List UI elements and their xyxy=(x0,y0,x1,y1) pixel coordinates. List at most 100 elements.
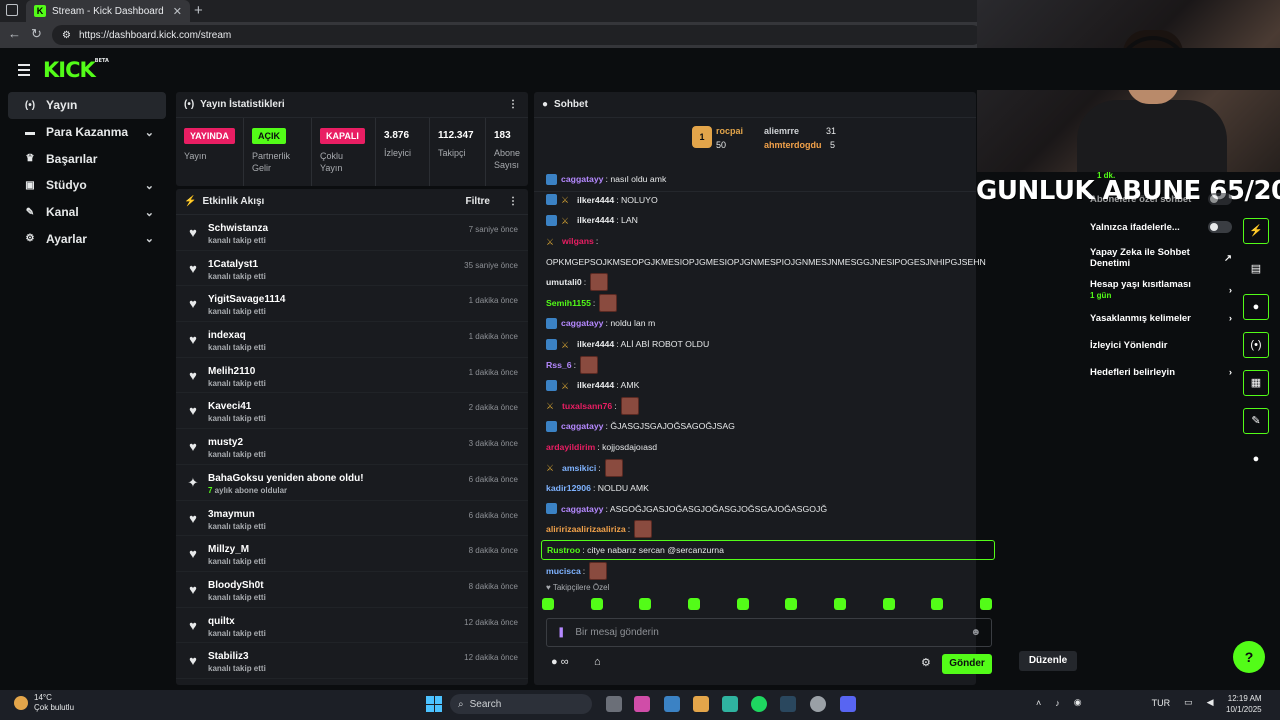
chat-username[interactable]: aliririzaalirizaaliriza xyxy=(546,524,626,534)
discord-icon[interactable] xyxy=(840,696,856,712)
send-button[interactable]: Gönder xyxy=(942,654,992,674)
chat-message[interactable]: aliririzaalirizaaliriza: xyxy=(546,519,1002,540)
sub-only-chat-row[interactable]: Abonelere özel sohbet xyxy=(1090,193,1232,205)
emote-icon[interactable] xyxy=(687,598,700,610)
reload-icon[interactable]: ↻ xyxy=(31,26,42,42)
more-options-icon[interactable]: ⋮ xyxy=(508,99,518,110)
activity-item[interactable]: ✦ BahaGoksu yeniden abone oldu! 7 aylık ab… xyxy=(176,465,528,501)
store-icon[interactable]: ⌂ xyxy=(594,656,601,668)
chat-username[interactable]: caggatayy xyxy=(561,318,604,328)
clock[interactable]: 12:19 AM 10/1/2025 xyxy=(1226,693,1262,715)
chat-message[interactable]: mucisca: xyxy=(546,560,1002,581)
browser-tab[interactable]: K Stream - Kick Dashboard ✕ xyxy=(26,0,190,22)
steam-icon[interactable] xyxy=(780,696,796,712)
chat-settings-icon[interactable]: ⚙ xyxy=(921,656,931,669)
emote-icon[interactable] xyxy=(833,598,846,610)
emote-icon[interactable] xyxy=(639,598,652,610)
activity-item[interactable]: ♥ 3maymun kanalı takip etti 6 dakika önce xyxy=(176,501,528,537)
leader-name[interactable]: ahmterdogdu xyxy=(764,140,822,150)
store-app-icon[interactable] xyxy=(664,696,680,712)
chat-username[interactable]: ilker4444 xyxy=(577,339,614,349)
speaker-icon[interactable]: ◀ xyxy=(1207,697,1214,708)
chat-message[interactable]: ⚔ ilker4444: AMK xyxy=(546,375,1002,396)
stat-live[interactable]: YAYINDA Yayın xyxy=(176,118,244,186)
points-icon[interactable]: ● xyxy=(1243,446,1269,472)
new-tab-icon[interactable]: + xyxy=(194,2,203,19)
chat-message[interactable]: OPKMGEPSOJKMSEOPGJKMESIOPJGMESIOPJGNMESP… xyxy=(546,251,1002,272)
activity-item[interactable]: ♥ YigitSavage1114 kanalı takip etti 1 dakik… xyxy=(176,286,528,323)
sidebar-item-ayarlar[interactable]: ⚙ Ayarlar ⌄ xyxy=(8,225,166,252)
close-tab-icon[interactable]: ✕ xyxy=(173,5,182,18)
emote-icon[interactable] xyxy=(785,598,798,610)
weather-widget[interactable]: 14°C Çok bulutlu xyxy=(14,693,74,713)
edge-icon[interactable] xyxy=(722,696,738,712)
help-icon[interactable]: ? xyxy=(1233,641,1265,673)
activity-item[interactable]: ♥ Schwistanza kanalı takip etti 7 saniye ön… xyxy=(176,215,528,251)
lightning-icon[interactable]: ⚡ xyxy=(1243,218,1269,244)
volume-icon[interactable]: ♪ xyxy=(1055,698,1060,708)
chat-message[interactable]: ⚔ amsikici: xyxy=(546,457,1002,478)
emote-icon[interactable] xyxy=(882,598,895,610)
sidebar-item-yayin[interactable]: (•) Yayın xyxy=(8,92,166,119)
chevron-up-icon[interactable]: ˄ xyxy=(1036,698,1041,708)
chat-username[interactable]: mucisca xyxy=(546,566,581,576)
chat-message[interactable]: ⚔ ilker4444: NOLUYO xyxy=(546,190,1002,211)
stat-multistream[interactable]: KAPALI Çoklu Yayın xyxy=(312,118,376,186)
chat-username[interactable]: caggatayy xyxy=(561,421,604,431)
sidebar-item-para-kazanma[interactable]: ▬ Para Kazanma ⌄ xyxy=(8,119,166,146)
sub-only-toggle[interactable] xyxy=(1208,193,1232,205)
activity-item[interactable]: ♥ Stabiliz3 kanalı takip etti 12 dakika önc… xyxy=(176,643,528,679)
goals-row[interactable]: Hedefleri belirleyin › xyxy=(1090,367,1232,378)
emote-icon[interactable] xyxy=(979,598,992,610)
host-row[interactable]: İzleyici Yönlendir xyxy=(1090,340,1232,351)
sidebar-item-studyo[interactable]: ▣ Stüdyo ⌄ xyxy=(8,172,166,199)
emoji-icon[interactable]: ☻ xyxy=(970,627,981,638)
microphone-icon[interactable]: ❚ xyxy=(557,627,565,638)
chat-message[interactable]: caggatayy: ASGOĞJGASJOĞASGJOĞASGJOĞSGAJO… xyxy=(546,499,1002,520)
taskbar-search[interactable]: ⌕ Search xyxy=(450,694,592,714)
account-age-row[interactable]: Hesap yaşı kısıtlaması 1 gün › xyxy=(1090,279,1232,301)
activity-item[interactable]: ♥ indexaq kanalı takip etti 1 dakika önce xyxy=(176,322,528,358)
chat-username[interactable]: Semih1155 xyxy=(546,298,591,308)
back-icon[interactable]: ← xyxy=(8,26,21,41)
chat-message[interactable]: ⚔ tuxalsann76: xyxy=(546,396,1002,417)
emote-icon[interactable] xyxy=(931,598,944,610)
file-explorer-icon[interactable] xyxy=(693,696,709,712)
hamburger-menu-icon[interactable] xyxy=(18,64,30,79)
leader-name[interactable]: rocpai xyxy=(716,126,743,136)
chat-message[interactable]: kadir12906: NOLDU AMK xyxy=(546,478,1002,499)
chat-message[interactable]: umutali0: xyxy=(546,272,1002,293)
filter-button[interactable]: Filtre xyxy=(466,196,490,207)
url-field[interactable]: ⚙ https://dashboard.kick.com/stream xyxy=(52,25,982,45)
leader-name[interactable]: aliemrre xyxy=(764,126,799,136)
chat-message[interactable]: ⚔ ilker4444: LAN xyxy=(546,210,1002,231)
more-options-icon[interactable]: ⋮ xyxy=(508,196,518,207)
chat-username[interactable]: ilker4444 xyxy=(577,215,614,225)
ai-moderation-row[interactable]: Yapay Zeka ile Sohbet Denetimi ↗ xyxy=(1090,247,1232,269)
sidebar-item-basarilar[interactable]: ♛ Başarılar xyxy=(8,145,166,172)
activity-item[interactable]: ♥ quiltx kanalı takip etti 12 dakika önce xyxy=(176,608,528,644)
queue-icon[interactable]: ▦ xyxy=(1243,370,1269,396)
sidebar-item-kanal[interactable]: ✎ Kanal ⌄ xyxy=(8,199,166,226)
broadcast-icon[interactable]: (•) xyxy=(1243,332,1269,358)
chat-username[interactable]: caggatayy xyxy=(561,174,604,184)
app-icon[interactable] xyxy=(810,696,826,712)
chat-message[interactable]: ardayildirim: kojjosdajoıasd xyxy=(546,437,1002,458)
chat-username[interactable]: Rss_6 xyxy=(546,360,572,370)
network-icon[interactable]: ▭ xyxy=(1184,697,1193,708)
activity-item[interactable]: ♥ Kaveci41 kanalı takip etti 2 dakika önce xyxy=(176,393,528,430)
emote-icon[interactable] xyxy=(736,598,749,610)
copilot-icon[interactable] xyxy=(634,696,650,712)
chat-message[interactable]: ⚔ wilgans: xyxy=(546,231,1002,252)
emote-icon[interactable] xyxy=(590,598,603,610)
chat-message[interactable]: ⚔ ilker4444: ALİ ABİ ROBOT OLDU xyxy=(546,334,1002,355)
activity-item[interactable]: ♥ musty2 kanalı takip etti 3 dakika önce xyxy=(176,429,528,465)
chat-username[interactable]: wilgans xyxy=(562,236,594,246)
emote-only-row[interactable]: Yalnızca ifadelerle... xyxy=(1090,221,1232,233)
lang-indicator[interactable]: TUR xyxy=(1152,698,1171,708)
window-menu-icon[interactable] xyxy=(6,4,18,16)
chat-username[interactable]: Rustroo xyxy=(547,545,580,555)
chat-input[interactable]: ❚ Bir mesaj gönderin ☻ xyxy=(546,618,992,647)
chat-message[interactable]: Rss_6: xyxy=(546,354,1002,375)
chat-username[interactable]: amsikici xyxy=(562,463,596,473)
